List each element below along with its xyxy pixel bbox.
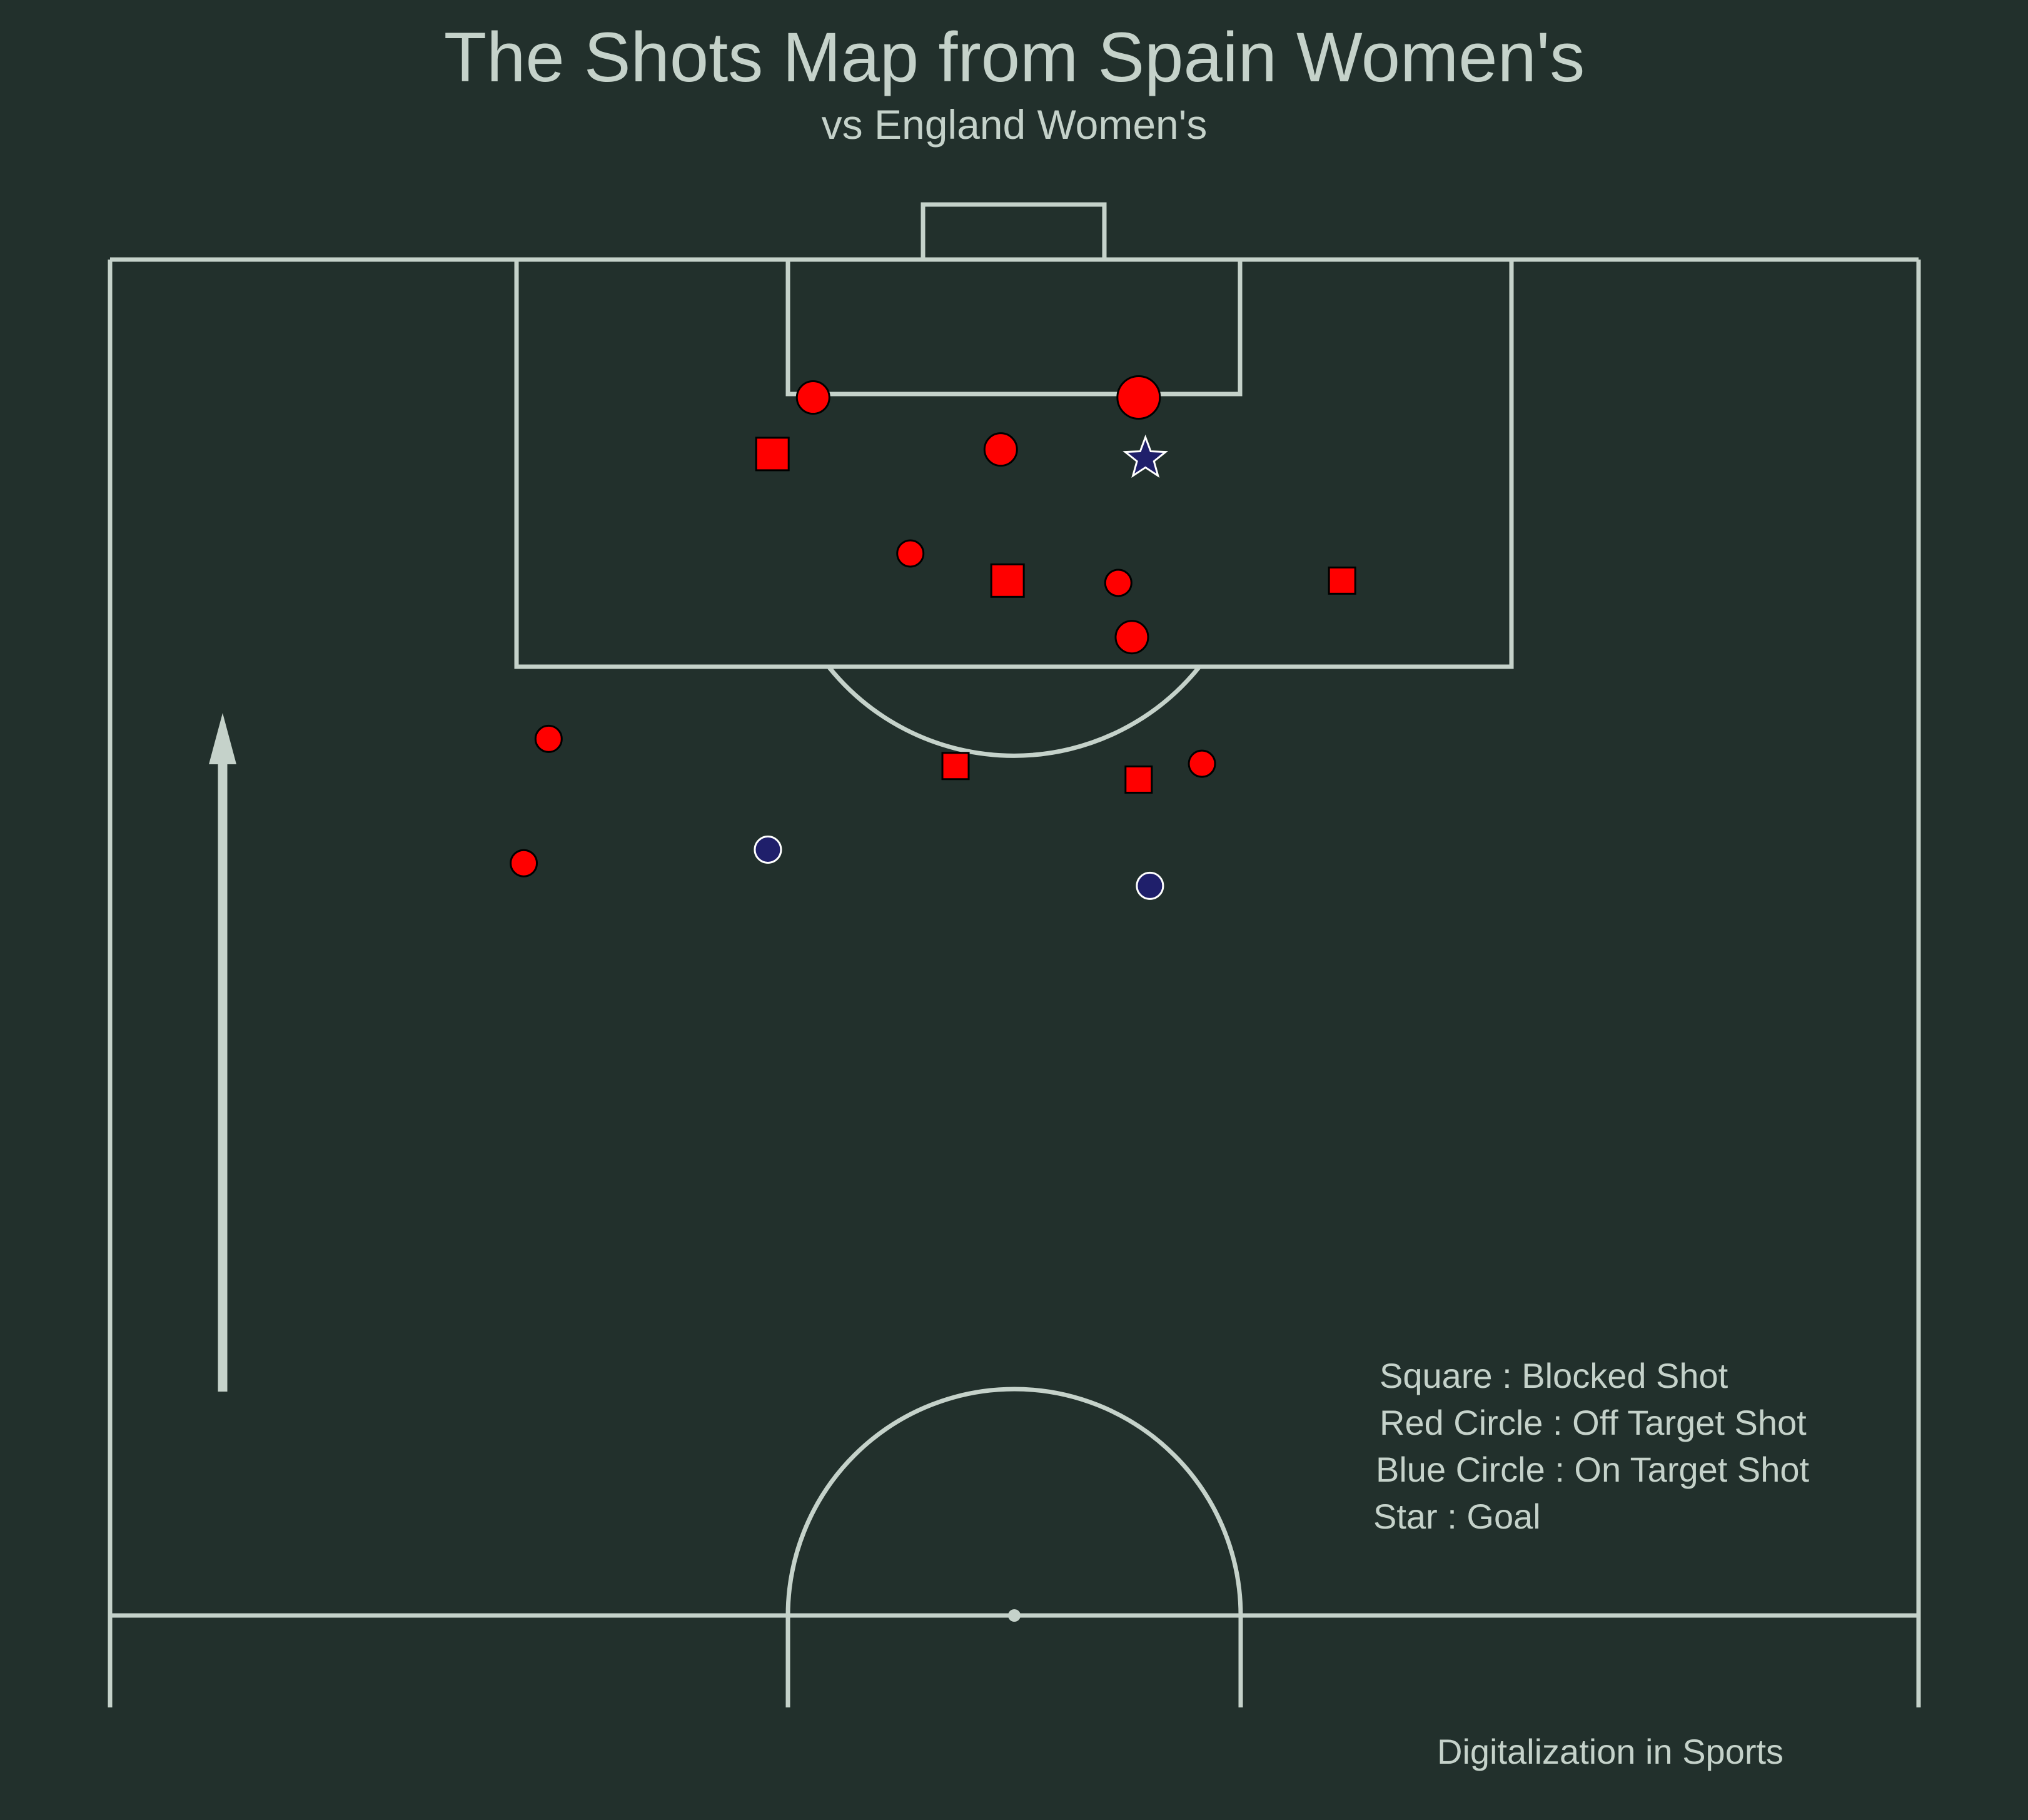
off-target-shot-marker: [1188, 749, 1216, 778]
off-target-shot-marker: [983, 432, 1018, 467]
on-target-shot-marker: [1136, 871, 1164, 900]
off-target-shot-marker: [896, 539, 925, 568]
blocked-shot-marker: [1124, 765, 1153, 794]
legend-red-circle: Red Circle : Off Target Shot: [1380, 1403, 1807, 1442]
chart-title: The Shots Map from Spain Women's: [444, 18, 1585, 96]
blocked-shot-marker: [941, 752, 970, 781]
on-target-shot-marker: [754, 836, 782, 864]
off-target-shot-marker: [1114, 620, 1149, 655]
blocked-shot-marker: [990, 563, 1025, 598]
off-target-shot-marker: [795, 380, 830, 415]
chart-subtitle: vs England Women's: [822, 101, 1208, 148]
legend-blue-circle: Blue Circle : On Target Shot: [1376, 1450, 1810, 1489]
legend-square: Square : Blocked Shot: [1380, 1356, 1728, 1395]
blocked-shot-marker: [1328, 566, 1356, 595]
shot-map: The Shots Map from Spain Women's vs Engl…: [0, 0, 2028, 1820]
off-target-shot-marker: [534, 724, 563, 753]
center-spot: [1008, 1609, 1021, 1622]
off-target-shot-marker: [510, 849, 538, 877]
off-target-shot-marker: [1104, 569, 1133, 597]
figure-background: [0, 0, 2028, 1820]
legend-star: Star : Goal: [1373, 1497, 1541, 1536]
credit: Digitalization in Sports: [1437, 1732, 1783, 1771]
blocked-shot-marker: [755, 437, 790, 472]
off-target-shot-marker: [1116, 375, 1161, 420]
